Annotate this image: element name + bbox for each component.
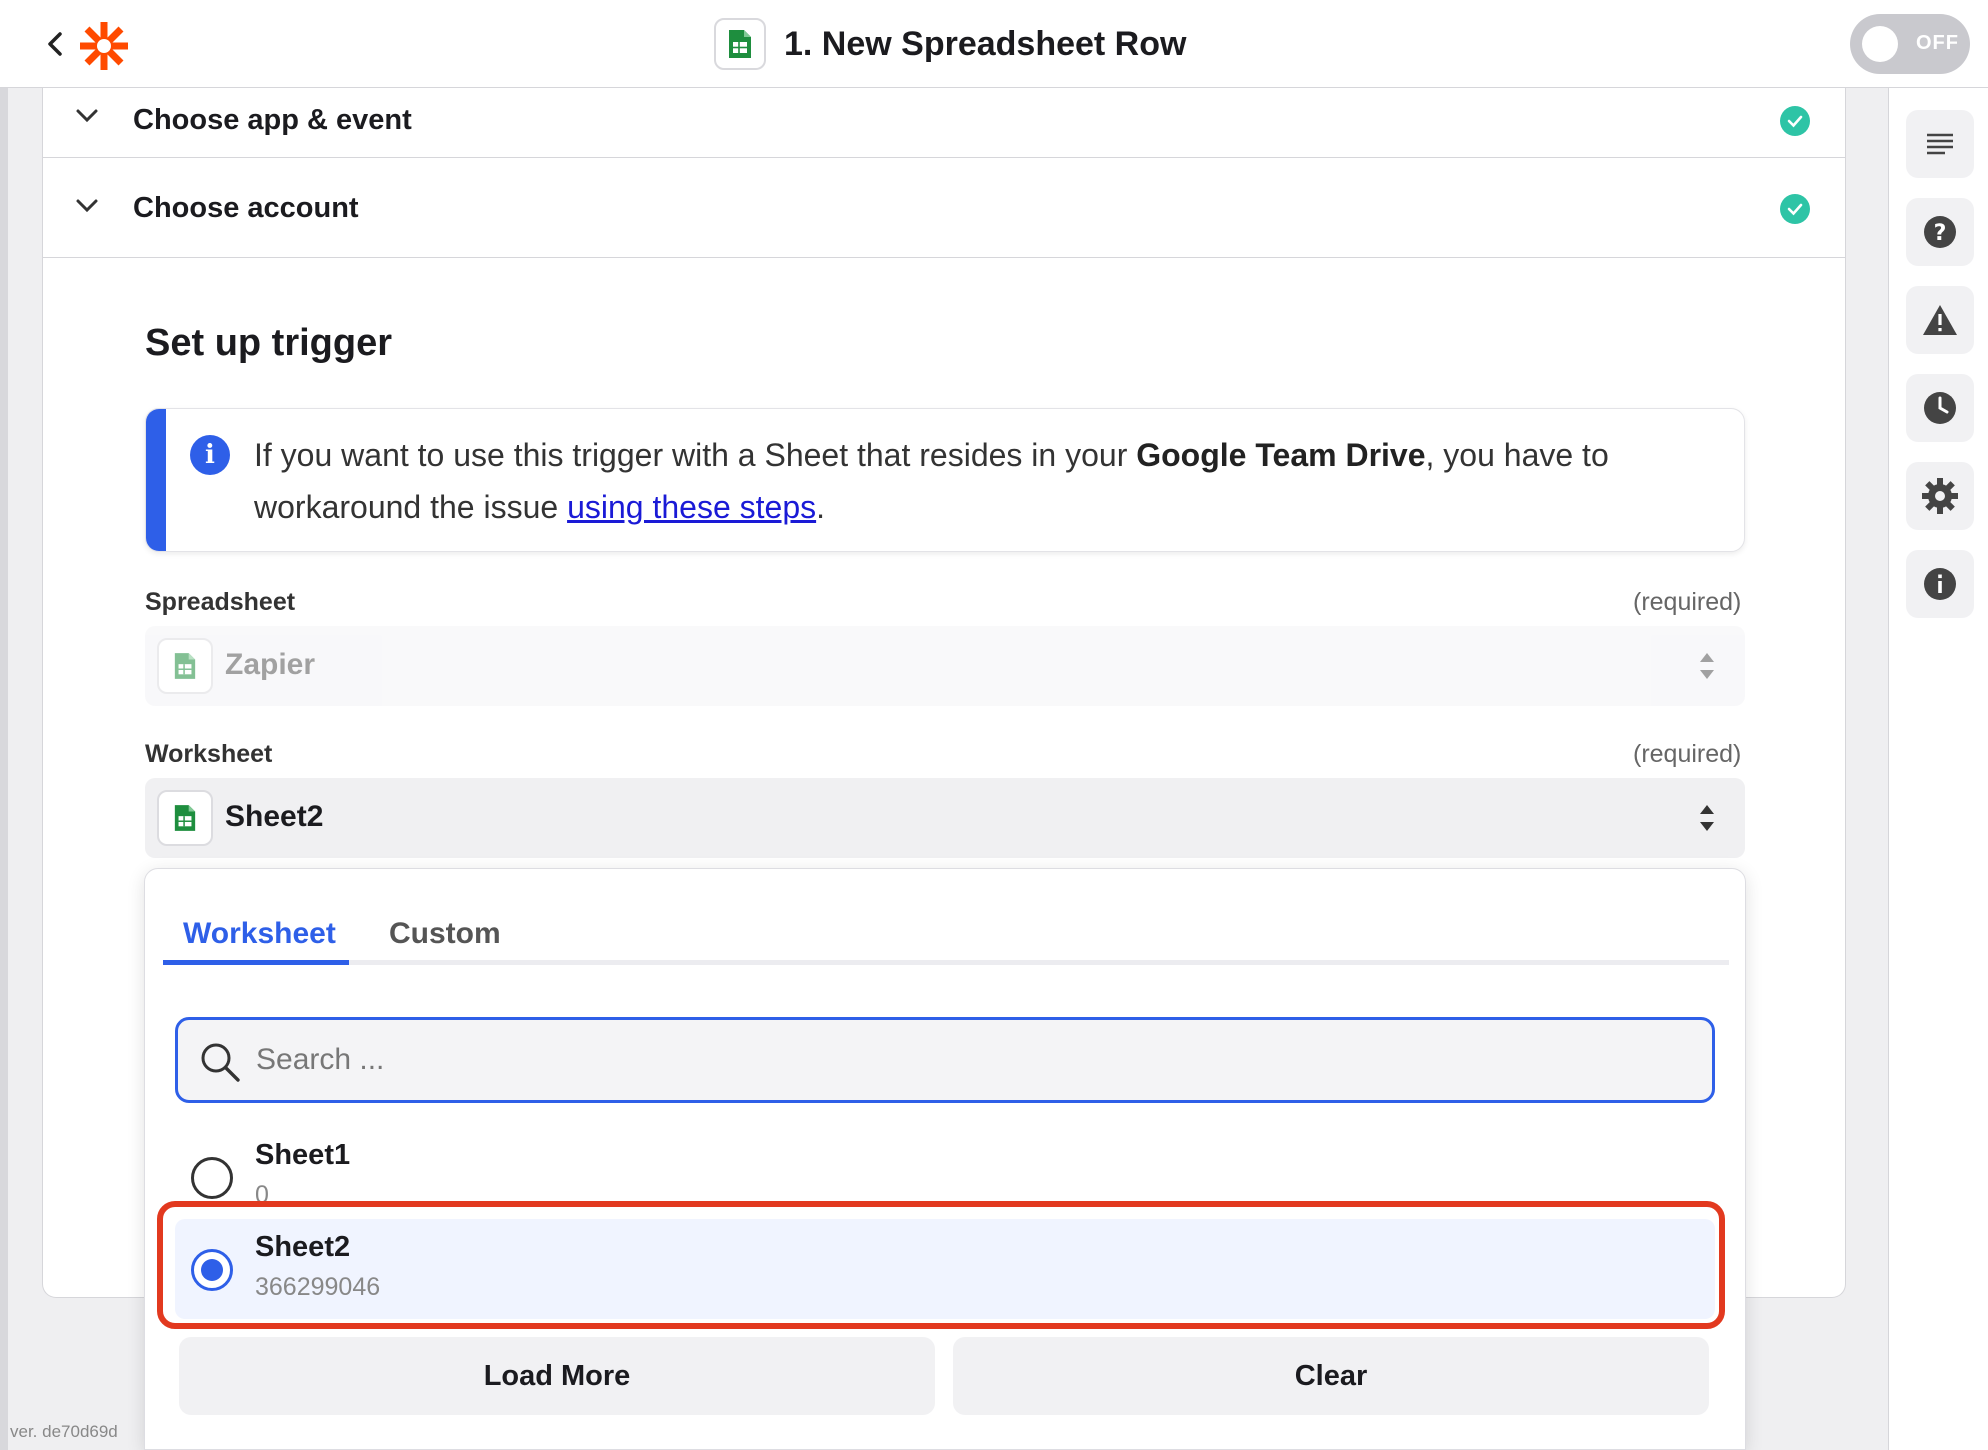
- details-icon[interactable]: [1906, 110, 1974, 178]
- top-bar: 1. New Spreadsheet Row OFF: [0, 0, 1988, 88]
- section-label: Choose app & event: [133, 104, 412, 136]
- svg-text:?: ?: [1934, 221, 1947, 246]
- alert-text: If you want to use this trigger with a S…: [254, 437, 1609, 525]
- section-title: Set up trigger: [145, 322, 393, 364]
- active-tab-indicator: [163, 960, 349, 965]
- check-circle-icon: [1780, 194, 1810, 224]
- info-alert: i If you want to use this trigger with a…: [145, 408, 1745, 552]
- section-choose-account[interactable]: Choose account: [43, 158, 1845, 258]
- back-icon[interactable]: [40, 26, 72, 62]
- google-sheets-icon: [157, 790, 213, 846]
- required-indicator: (required): [1633, 588, 1742, 616]
- title-group: 1. New Spreadsheet Row: [714, 18, 1186, 70]
- search-icon: [198, 1040, 242, 1084]
- clear-button[interactable]: Clear: [953, 1337, 1709, 1415]
- worksheet-label: Worksheet: [145, 740, 273, 768]
- alert-accent-bar: [146, 409, 166, 551]
- check-circle-icon: [1780, 106, 1810, 136]
- radio-button[interactable]: [191, 1157, 233, 1199]
- toggle-label: OFF: [1916, 32, 1959, 54]
- option-name: Sheet1: [255, 1139, 351, 1171]
- zapier-logo-icon[interactable]: [78, 20, 130, 72]
- worksheet-select[interactable]: Sheet2: [145, 778, 1745, 858]
- select-value: Sheet2: [225, 800, 324, 833]
- help-icon[interactable]: ?: [1906, 198, 1974, 266]
- chevron-down-icon[interactable]: [73, 192, 101, 228]
- tab-custom[interactable]: Custom: [389, 917, 501, 951]
- history-icon[interactable]: [1906, 374, 1974, 442]
- left-background-strip: [0, 88, 8, 1450]
- toggle-knob: [1862, 26, 1898, 62]
- search-input[interactable]: [256, 1034, 1676, 1086]
- zap-on-off-toggle[interactable]: OFF: [1850, 14, 1970, 74]
- info-circle-icon: i: [190, 435, 230, 475]
- load-more-button[interactable]: Load More: [179, 1337, 935, 1415]
- version-label: ver. de70d69d: [10, 1422, 118, 1441]
- spreadsheet-select[interactable]: Zapier: [145, 626, 1745, 706]
- selection-highlight-annotation: [157, 1201, 1725, 1329]
- select-arrows-icon: [1697, 648, 1717, 684]
- select-arrows-icon: [1697, 800, 1717, 836]
- page-title: 1. New Spreadsheet Row: [784, 24, 1187, 63]
- right-sidebar: ?: [1888, 88, 1988, 1450]
- spreadsheet-label: Spreadsheet: [145, 588, 296, 616]
- section-label: Choose account: [133, 192, 359, 224]
- info-icon[interactable]: [1906, 550, 1974, 618]
- select-value: Zapier: [225, 648, 316, 681]
- required-indicator: (required): [1633, 740, 1742, 768]
- worksheet-dropdown: Worksheet Custom Sheet1 0 Sheet2 3662990…: [144, 868, 1746, 1450]
- settings-icon[interactable]: [1906, 462, 1974, 530]
- chevron-down-icon[interactable]: [73, 102, 101, 138]
- tab-worksheet[interactable]: Worksheet: [183, 917, 336, 951]
- dropdown-tabs: Worksheet Custom: [163, 909, 1729, 965]
- google-sheets-icon: [714, 18, 766, 70]
- section-choose-app-event[interactable]: Choose app & event: [43, 88, 1845, 158]
- warning-icon[interactable]: [1906, 286, 1974, 354]
- steps-link[interactable]: using these steps: [567, 489, 816, 525]
- search-box[interactable]: [175, 1017, 1715, 1103]
- google-sheets-icon: [157, 638, 213, 694]
